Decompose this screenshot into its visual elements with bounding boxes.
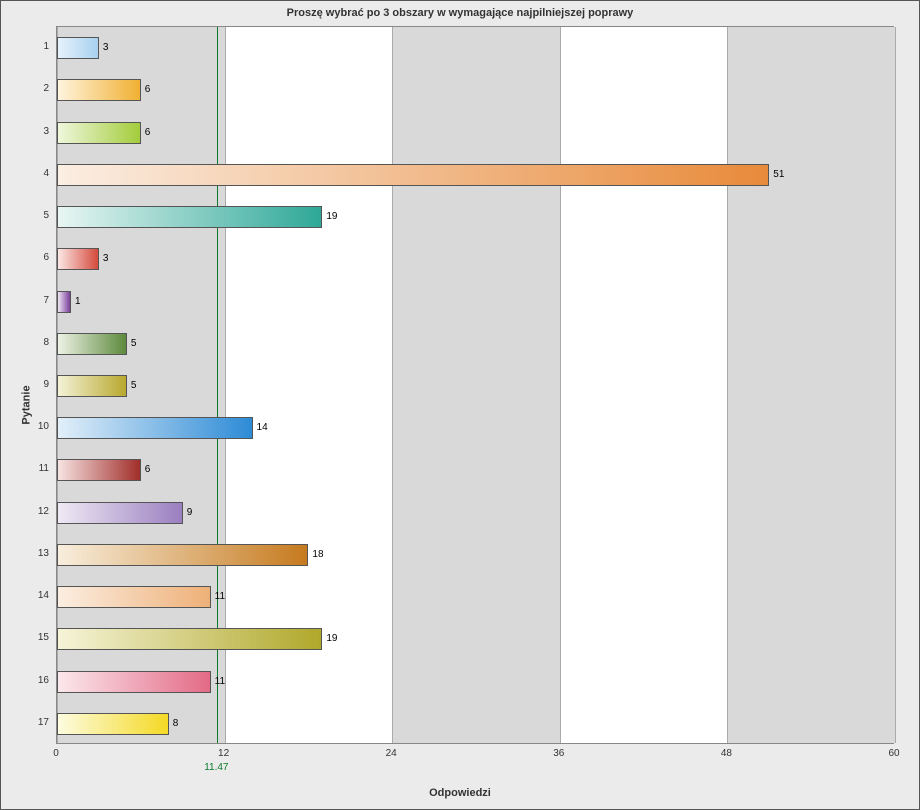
y-tick-label: 2: [17, 83, 49, 94]
bar-value-label: 6: [145, 127, 151, 138]
bar: [57, 37, 99, 59]
bar: [57, 333, 127, 355]
grid-line: [392, 27, 393, 743]
y-tick-label: 17: [17, 717, 49, 728]
y-tick-label: 1: [17, 41, 49, 52]
bar-value-label: 3: [103, 42, 109, 53]
bar-value-label: 5: [131, 338, 137, 349]
x-axis-label: Odpowiedzi: [1, 787, 919, 799]
grid-band: [727, 27, 895, 743]
y-tick-label: 4: [17, 168, 49, 179]
bar-value-label: 6: [145, 464, 151, 475]
bar: [57, 417, 253, 439]
y-tick-label: 6: [17, 252, 49, 263]
y-tick-label: 10: [17, 421, 49, 432]
x-tick-label: 60: [879, 748, 909, 759]
bar-value-label: 18: [312, 549, 323, 560]
y-tick-label: 3: [17, 126, 49, 137]
bar-value-label: 19: [326, 633, 337, 644]
bar: [57, 122, 141, 144]
bar-value-label: 8: [173, 718, 179, 729]
y-tick-label: 16: [17, 675, 49, 686]
bar: [57, 164, 769, 186]
plot-area: 3 6 6 51 19 3 1 5 5 14 6 9 18 11 19 11 8: [56, 26, 894, 744]
grid-line: [560, 27, 561, 743]
y-tick-label: 15: [17, 632, 49, 643]
bar: [57, 502, 183, 524]
bar: [57, 206, 322, 228]
bar: [57, 79, 141, 101]
bar-value-label: 51: [773, 169, 784, 180]
chart-title: Proszę wybrać po 3 obszary w wymagające …: [1, 7, 919, 19]
y-tick-label: 13: [17, 548, 49, 559]
bar-value-label: 3: [103, 253, 109, 264]
chart-container: Proszę wybrać po 3 obszary w wymagające …: [0, 0, 920, 810]
bar: [57, 544, 308, 566]
bar-value-label: 19: [326, 211, 337, 222]
grid-line: [727, 27, 728, 743]
x-tick-label: 36: [544, 748, 574, 759]
y-axis-label: Pytanie: [21, 385, 33, 424]
x-tick-label: 48: [711, 748, 741, 759]
x-tick-label: 0: [41, 748, 71, 759]
bar-value-label: 9: [187, 507, 193, 518]
bar: [57, 586, 211, 608]
grid-band: [392, 27, 560, 743]
bar-value-label: 6: [145, 84, 151, 95]
bar: [57, 713, 169, 735]
y-tick-label: 8: [17, 337, 49, 348]
bar-value-label: 1: [75, 296, 81, 307]
bar: [57, 628, 322, 650]
y-tick-label: 11: [17, 463, 49, 474]
bar-value-label: 11: [215, 591, 225, 602]
bar: [57, 375, 127, 397]
bar: [57, 459, 141, 481]
reference-line-label: 11.47: [204, 762, 228, 773]
bar-value-label: 11: [215, 676, 225, 687]
y-tick-label: 9: [17, 379, 49, 390]
y-tick-label: 12: [17, 506, 49, 517]
bar-value-label: 5: [131, 380, 137, 391]
x-tick-label: 24: [376, 748, 406, 759]
y-tick-label: 14: [17, 590, 49, 601]
bar: [57, 291, 71, 313]
bar-value-label: 14: [257, 422, 268, 433]
bar: [57, 671, 211, 693]
y-tick-label: 7: [17, 295, 49, 306]
x-tick-label: 12: [209, 748, 239, 759]
bar: [57, 248, 99, 270]
y-tick-label: 5: [17, 210, 49, 221]
grid-line: [895, 27, 896, 743]
